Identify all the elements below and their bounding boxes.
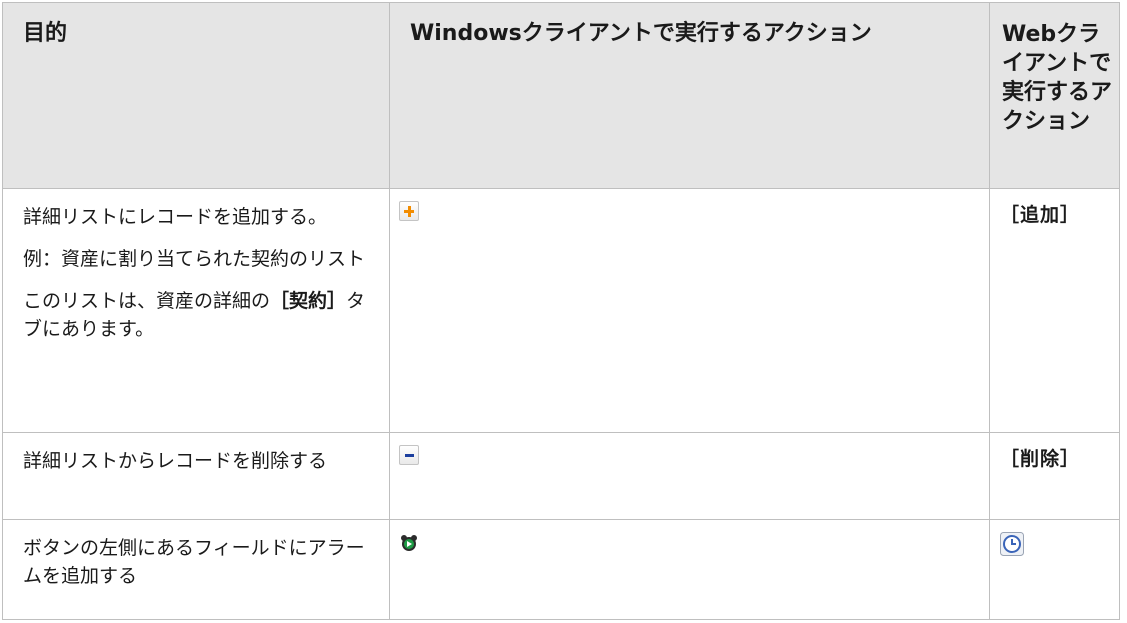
purpose-text: ボタンの左側にあるフィールドにアラームを追加する [23,537,365,587]
header-purpose: 目的 [2,2,390,189]
add-plus-icon [399,201,419,221]
actions-table: 目的 Windowsクライアントで実行するアクション Webクライアントで実行す… [2,2,1120,620]
header-windows-action: Windowsクライアントで実行するアクション [389,2,990,189]
delete-action-label: ［削除］ [1000,448,1081,470]
header-row: 目的 Windowsクライアントで実行するアクション Webクライアントで実行す… [2,2,1120,189]
table-row: 詳細リストからレコードを削除する ［削除］ [2,432,1120,520]
web-action-cell: ［削除］ [989,432,1120,520]
contract-tab-label: ［契約］ [270,290,347,312]
clock-icon [1000,532,1024,564]
web-action-cell [989,519,1120,620]
example-text: 例：資産に割り当てられた契約のリスト [23,248,366,270]
purpose-cell: 詳細リストからレコードを削除する [2,432,390,520]
table-row: ボタンの左側にあるフィールドにアラームを追加する [2,519,1120,620]
web-action-cell: ［追加］ [989,188,1120,433]
purpose-text: 詳細リストからレコードを削除する [23,450,328,472]
windows-action-cell [389,432,990,520]
windows-action-cell [389,519,990,620]
remove-minus-icon [399,445,419,465]
alarm-clock-icon [399,532,419,560]
add-action-label: ［追加］ [1000,204,1081,226]
note-text: このリストは、資産の詳細の［契約］タブにあります。 [23,287,375,343]
purpose-cell: 詳細リストにレコードを追加する。 例：資産に割り当てられた契約のリスト このリス… [2,188,390,433]
purpose-cell: ボタンの左側にあるフィールドにアラームを追加する [2,519,390,620]
table-row: 詳細リストにレコードを追加する。 例：資産に割り当てられた契約のリスト このリス… [2,188,1120,433]
header-web-action: Webクライアントで実行するアクション [989,2,1120,189]
purpose-text: 詳細リストにレコードを追加する。 [23,206,328,228]
note-prefix: このリストは、資産の詳細の [23,290,271,312]
windows-action-cell [389,188,990,433]
